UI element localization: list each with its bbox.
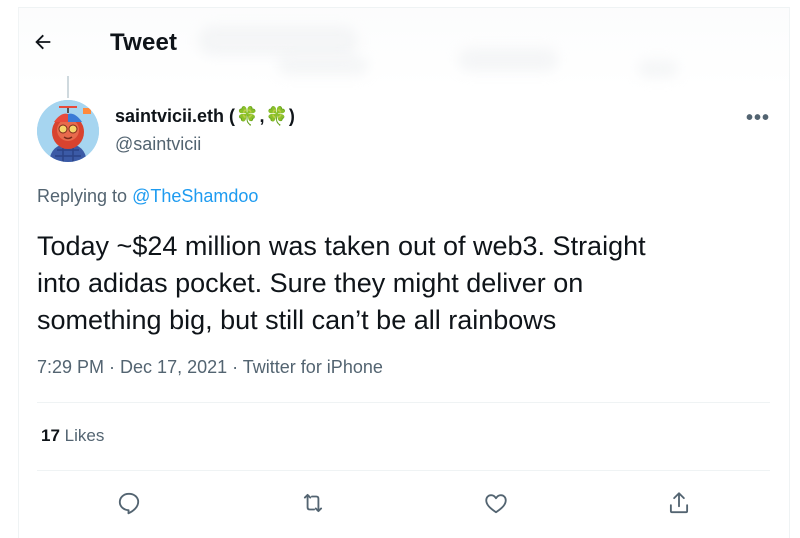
replying-to-link[interactable]: @TheShamdoo: [132, 186, 258, 206]
reply-button[interactable]: [115, 489, 143, 517]
name-separator: ,: [259, 106, 265, 126]
meta-separator: ·: [104, 357, 121, 377]
replying-to-line: Replying to @TheShamdoo: [37, 186, 258, 207]
heart-icon: [485, 494, 507, 514]
divider: [37, 402, 770, 403]
share-button[interactable]: [665, 489, 693, 517]
page-title: Tweet: [110, 29, 178, 56]
tweet-source[interactable]: Twitter for iPhone: [243, 357, 383, 377]
reply-icon: [118, 492, 140, 515]
like-button[interactable]: [482, 489, 510, 517]
tweet-text-line: into adidas pocket. Sure they might deli…: [37, 268, 584, 298]
tweet-date[interactable]: Dec 17, 2021: [120, 357, 227, 377]
tweet-text-line: something big, but still can’t be all ra…: [37, 305, 557, 335]
display-name[interactable]: saintvicii.eth ( 🍀 , 🍀 ): [115, 106, 295, 127]
avatar-image: [37, 100, 99, 162]
thread-connector-line: [67, 76, 69, 98]
likes-label: Likes: [59, 426, 105, 445]
display-name-text: saintvicii.eth: [115, 106, 225, 126]
tweet-metadata: 7:29 PM · Dec 17, 2021 · Twitter for iPh…: [37, 357, 383, 378]
likes-count[interactable]: 17 Likes: [41, 426, 104, 446]
share-icon: [669, 492, 689, 514]
back-button[interactable]: [30, 29, 56, 55]
replying-prefix: Replying to: [37, 186, 133, 206]
retweet-button[interactable]: [299, 489, 327, 517]
tweet-time[interactable]: 7:29 PM: [37, 357, 104, 377]
avatar[interactable]: [37, 100, 99, 162]
retweet-icon: [303, 493, 323, 513]
likes-number: 17: [41, 426, 60, 445]
clover-icon: 🍀: [236, 106, 259, 126]
tweet-text: Today ~$24 million was taken out of web3…: [37, 228, 757, 339]
meta-separator: ·: [227, 357, 243, 377]
divider: [37, 470, 770, 471]
tweet-text-line: Today ~$24 million was taken out of web3…: [37, 231, 646, 261]
name-paren-close: ): [288, 106, 295, 126]
user-handle[interactable]: @saintvicii: [115, 134, 201, 155]
clover-icon: 🍀: [265, 106, 288, 126]
more-options-button[interactable]: •••: [746, 107, 770, 130]
name-paren-open: (: [229, 106, 236, 126]
back-arrow-icon: [35, 34, 51, 50]
